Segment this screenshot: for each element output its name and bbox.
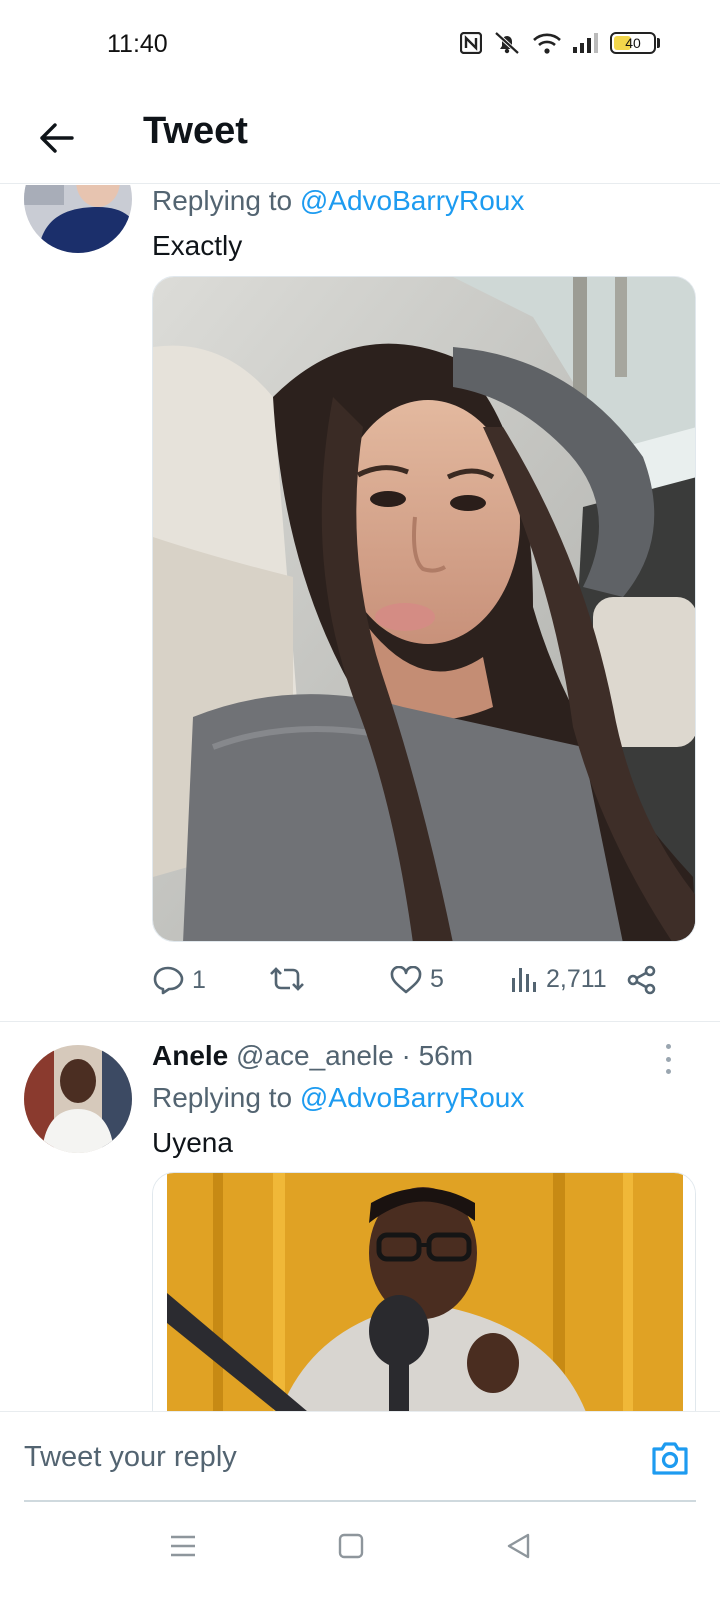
- nav-home-button[interactable]: [338, 1533, 364, 1564]
- home-square-icon: [338, 1533, 364, 1559]
- reply-icon: [153, 966, 184, 995]
- battery-body: 40: [610, 32, 656, 54]
- mute-icon: [492, 30, 522, 56]
- reply-count: 1: [192, 965, 206, 994]
- replying-to-handle[interactable]: @AdvoBarryRoux: [300, 1082, 525, 1113]
- camera-icon: [652, 1442, 688, 1475]
- views-button[interactable]: 2,711: [510, 965, 607, 994]
- author-name[interactable]: Anele: [152, 1040, 228, 1071]
- tweet-text: Exactly: [152, 230, 243, 261]
- system-nav-bar: [0, 1503, 720, 1600]
- tweet-author-line: Anele @ace_anele · 56m: [152, 1040, 473, 1072]
- nfc-icon: [460, 32, 482, 54]
- tweet-time: 56m: [418, 1040, 474, 1071]
- reply-button[interactable]: 1: [152, 965, 206, 995]
- nav-back-button[interactable]: [506, 1533, 532, 1564]
- retweet-icon: [270, 967, 304, 991]
- like-count: 5: [430, 965, 444, 993]
- more-options-button[interactable]: [662, 1044, 674, 1074]
- page-title: Tweet: [143, 110, 248, 152]
- views-count: 2,711: [546, 965, 607, 993]
- status-time: 11:40: [107, 30, 168, 58]
- author-handle[interactable]: @ace_anele: [236, 1040, 394, 1071]
- tweet[interactable]: Anele @ace_anele · 56m Replying to @Advo…: [0, 1022, 720, 1411]
- replying-to-handle[interactable]: @AdvoBarryRoux: [300, 185, 525, 216]
- reply-underline: [24, 1500, 696, 1502]
- views-chart-icon: [512, 967, 536, 992]
- more-dot: [665, 1044, 671, 1049]
- tweet-photo[interactable]: [152, 276, 696, 942]
- back-button[interactable]: [36, 118, 76, 158]
- reply-context: Replying to @AdvoBarryRoux: [152, 1082, 524, 1114]
- tweet-photo[interactable]: [152, 1172, 696, 1411]
- reply-input[interactable]: [24, 1432, 624, 1482]
- menu-icon: [171, 1535, 195, 1557]
- avatar[interactable]: [24, 185, 132, 253]
- reply-feed[interactable]: Replying to @AdvoBarryRoux Exactly 1 5 2…: [0, 185, 720, 1411]
- replying-to-label: Replying to: [152, 1082, 293, 1113]
- battery-icon: 40: [610, 32, 660, 54]
- signal-icon: [572, 32, 600, 54]
- tweet[interactable]: Replying to @AdvoBarryRoux Exactly 1 5 2…: [0, 185, 720, 1021]
- avatar[interactable]: [24, 1045, 132, 1153]
- tweet-text: Uyena: [152, 1127, 233, 1158]
- time-separator: ·: [401, 1040, 411, 1071]
- header: Tweet: [0, 92, 720, 184]
- heart-icon: [390, 965, 422, 993]
- arrow-left-icon: [40, 123, 74, 153]
- battery-tip: [657, 38, 660, 48]
- retweet-button[interactable]: [270, 965, 312, 993]
- more-dot: [665, 1056, 671, 1062]
- replying-to-label: Replying to: [152, 185, 293, 216]
- camera-button[interactable]: [650, 1440, 690, 1481]
- share-button[interactable]: [626, 965, 658, 995]
- tweet-actions: 1 5 2,711: [152, 965, 696, 1005]
- battery-level: 40: [625, 35, 641, 51]
- status-bar: 11:40 40: [0, 0, 720, 92]
- back-triangle-icon: [507, 1533, 530, 1559]
- more-dot: [665, 1069, 671, 1074]
- reply-composer: [0, 1411, 720, 1503]
- share-icon: [627, 965, 656, 995]
- reply-context: Replying to @AdvoBarryRoux: [152, 185, 524, 217]
- like-button[interactable]: 5: [390, 965, 444, 994]
- wifi-icon: [532, 31, 562, 55]
- status-icons: 40: [460, 30, 660, 56]
- nav-menu-button[interactable]: [170, 1533, 196, 1564]
